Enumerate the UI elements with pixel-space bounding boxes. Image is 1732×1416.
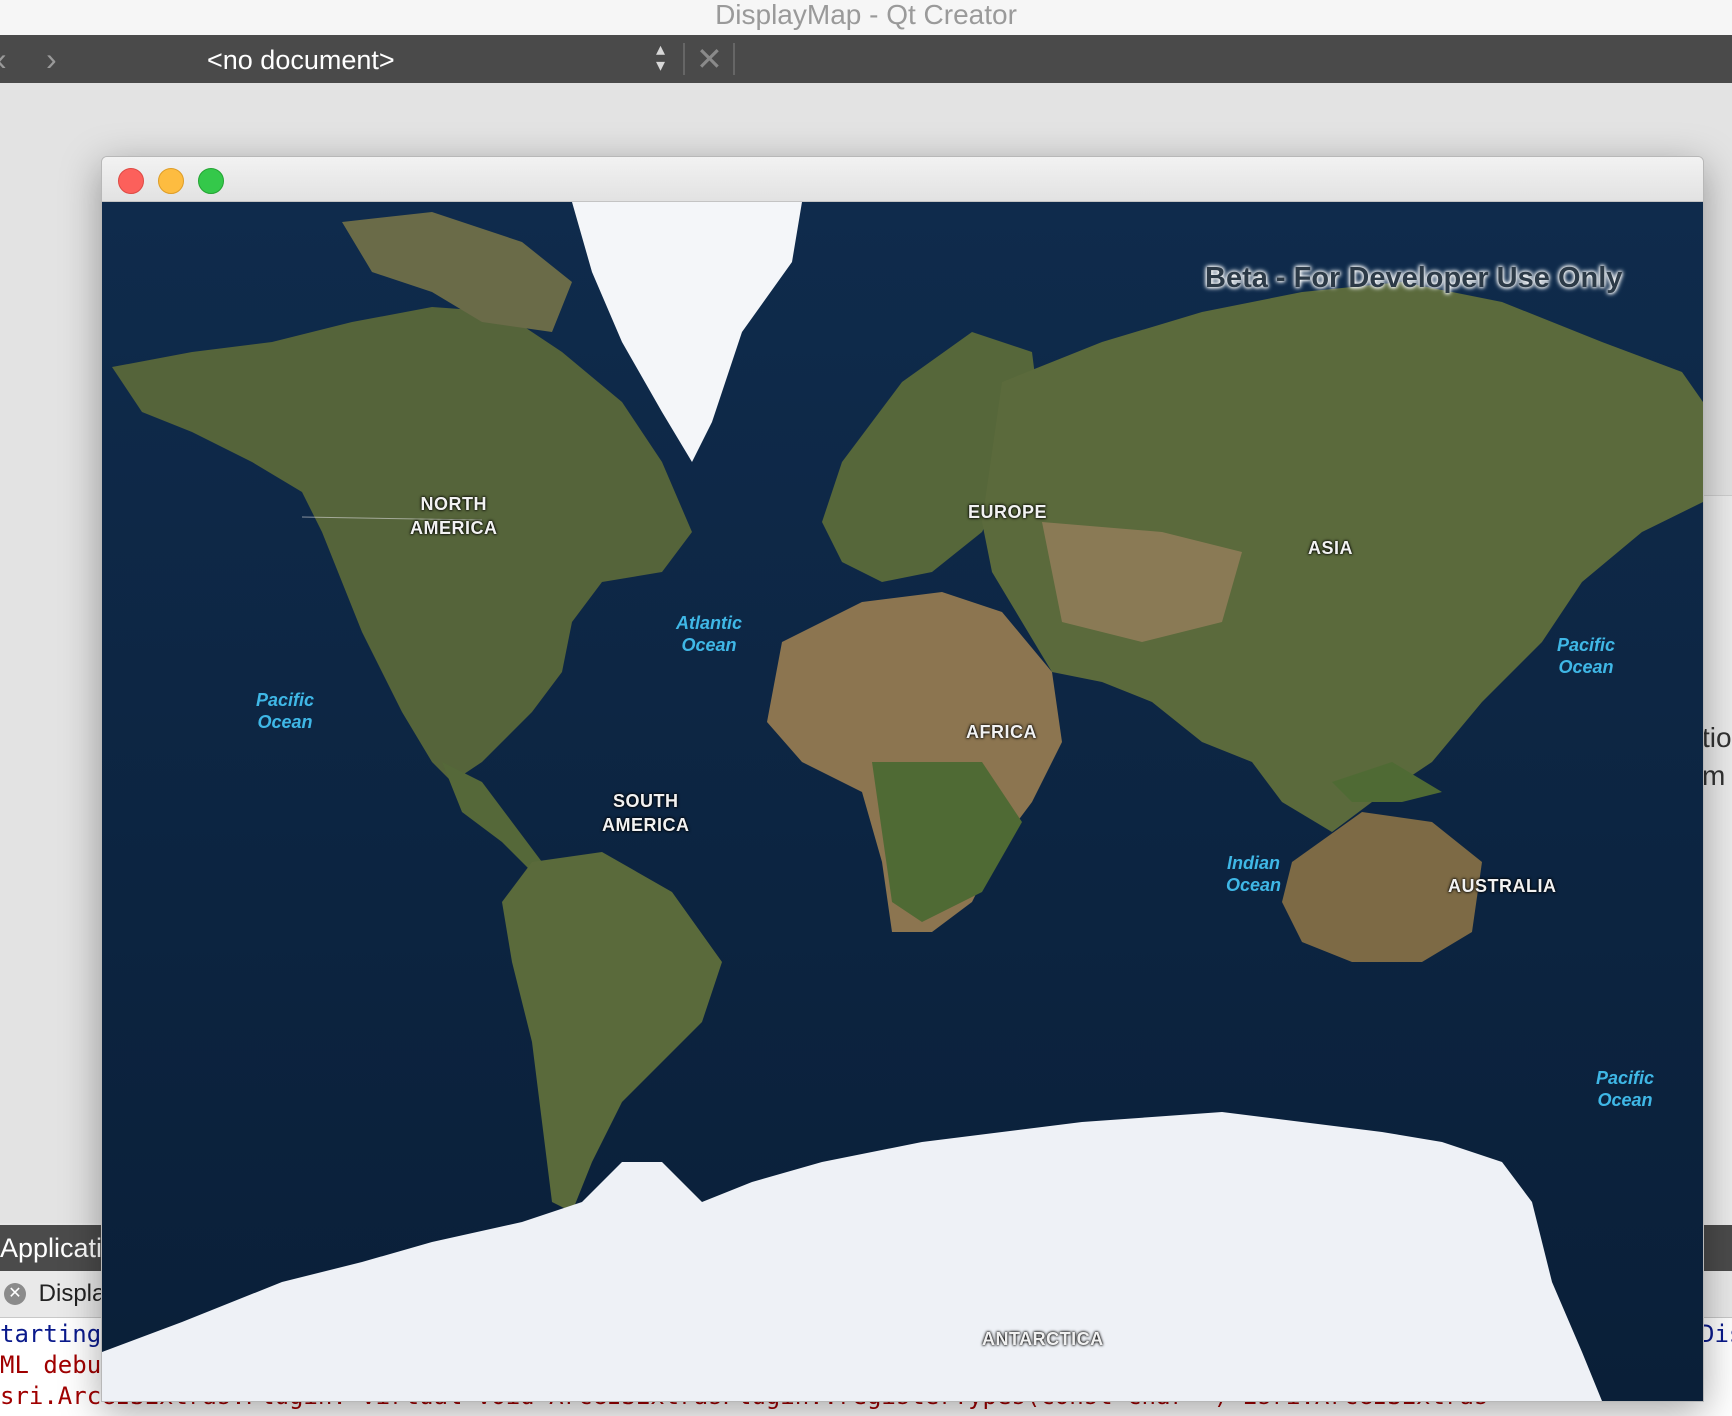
continent-label: AUSTRALIA bbox=[1448, 876, 1557, 896]
beta-watermark: Beta - For Developer Use Only bbox=[1205, 262, 1623, 294]
document-combo[interactable]: <no document> bbox=[207, 45, 395, 76]
continent-label: EUROPE bbox=[968, 502, 1048, 522]
ocean-label: Pacific Ocean bbox=[1596, 1068, 1655, 1110]
window-title: DisplayMap - Qt Creator bbox=[715, 0, 1017, 30]
ocean-label: Indian Ocean bbox=[1226, 853, 1282, 895]
close-document-button[interactable]: ✕ bbox=[696, 40, 723, 78]
toolbar-divider bbox=[683, 43, 685, 75]
continent-label: ANTARCTICA bbox=[982, 1329, 1104, 1349]
back-button[interactable]: ‹ bbox=[0, 41, 7, 78]
combo-arrows-icon[interactable]: ▴ ▾ bbox=[656, 40, 665, 74]
satellite-basemap bbox=[102, 202, 1703, 1401]
window-close-button[interactable] bbox=[118, 168, 144, 194]
continent-label: NORTH AMERICA bbox=[410, 494, 498, 538]
continent-label: SOUTH AMERICA bbox=[602, 791, 690, 835]
close-icon: ✕ bbox=[696, 41, 723, 77]
right-partial-text: m bbox=[1702, 760, 1726, 791]
right-panel-partial bbox=[1700, 495, 1732, 1226]
window-zoom-button[interactable] bbox=[198, 168, 224, 194]
close-tab-icon[interactable]: ✕ bbox=[4, 1283, 26, 1305]
chevron-left-icon: ‹ bbox=[0, 41, 7, 77]
forward-button[interactable]: › bbox=[46, 41, 57, 78]
ocean-label: Atlantic Ocean bbox=[676, 613, 743, 655]
ocean-label: Pacific Ocean bbox=[256, 690, 315, 732]
right-partial-text: tio bbox=[1702, 722, 1732, 753]
window-minimize-button[interactable] bbox=[158, 168, 184, 194]
ocean-label: Pacific Ocean bbox=[1557, 635, 1616, 677]
continent-label: AFRICA bbox=[966, 722, 1037, 742]
toolbar-divider bbox=[733, 43, 735, 75]
displaymap-window: Beta - For Developer Use Only NORTH AMER… bbox=[101, 156, 1704, 1402]
output-pane-title: Applicatic bbox=[0, 1233, 116, 1263]
app-title-bar[interactable] bbox=[102, 157, 1703, 202]
log-line: ML debu bbox=[0, 1351, 102, 1379]
map-view[interactable]: Beta - For Developer Use Only NORTH AMER… bbox=[102, 202, 1703, 1401]
log-line-partial: Dis bbox=[1700, 1320, 1732, 1348]
qt-creator-title-bar: DisplayMap - Qt Creator bbox=[0, 0, 1732, 36]
chevron-right-icon: › bbox=[46, 41, 57, 77]
log-line: tarting bbox=[0, 1320, 102, 1348]
editor-toolbar: ‹ › <no document> ▴▾ ✕ bbox=[0, 35, 1732, 83]
continent-label: ASIA bbox=[1308, 538, 1354, 558]
